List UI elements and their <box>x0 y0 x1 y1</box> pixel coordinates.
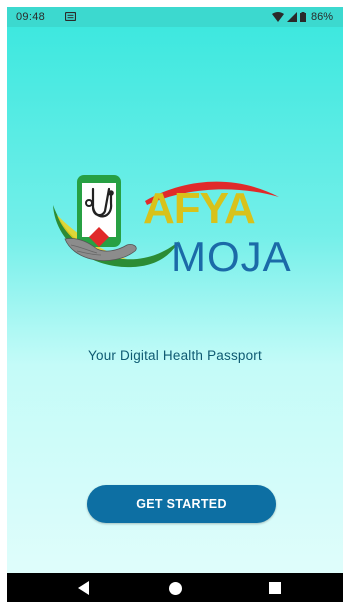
status-right-group: 86% <box>271 11 333 23</box>
wifi-icon <box>271 12 284 22</box>
recents-icon <box>269 582 281 594</box>
home-button[interactable] <box>167 580 183 596</box>
recents-button[interactable] <box>267 580 283 596</box>
brand-afya: AFYA <box>143 184 255 233</box>
back-button[interactable] <box>76 580 92 596</box>
navigation-bar <box>7 573 343 602</box>
splash-screen: AFYA MOJA Your Digital Health Passport G… <box>7 27 343 573</box>
signal-icon <box>286 12 297 22</box>
status-bar: 09:48 86% <box>7 7 343 27</box>
afya-moja-logo: AFYA MOJA <box>53 175 292 277</box>
home-icon <box>168 581 182 595</box>
tagline: Your Digital Health Passport <box>88 348 262 363</box>
battery-percent: 86% <box>310 11 333 23</box>
notification-icon <box>65 12 76 21</box>
battery-icon <box>299 12 306 22</box>
back-icon <box>78 581 89 595</box>
get-started-button[interactable]: GET STARTED <box>87 485 276 523</box>
status-time: 09:48 <box>16 11 46 23</box>
brand-moja: MOJA <box>171 233 292 277</box>
